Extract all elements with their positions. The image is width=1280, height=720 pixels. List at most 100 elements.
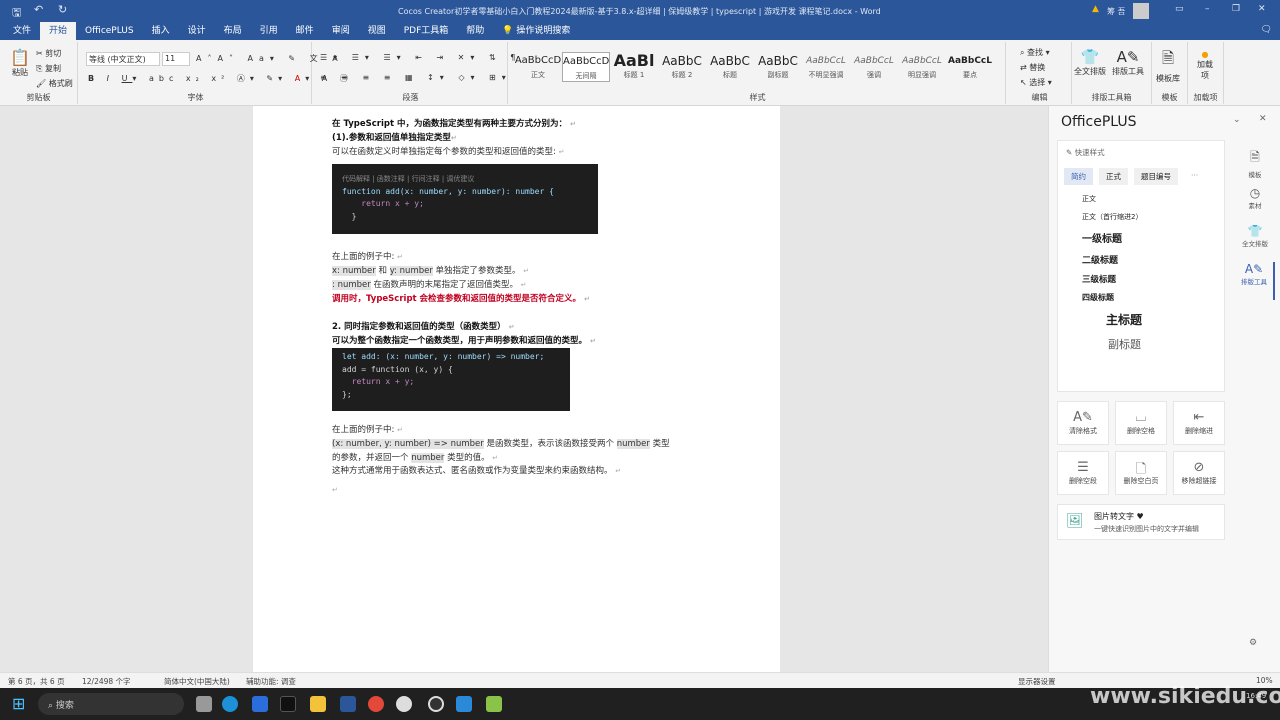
chevron-down-icon[interactable]: ⌄ xyxy=(1233,115,1241,125)
tool-button[interactable]: ⇤ 删除缩进 xyxy=(1173,401,1225,445)
cocos-icon[interactable] xyxy=(486,696,502,712)
tab-officeplus[interactable]: OfficePLUS xyxy=(76,22,143,40)
cut-button[interactable]: ✂ 剪切 xyxy=(36,48,61,59)
tool-button[interactable]: ⌴ 删除空格 xyxy=(1115,401,1167,445)
template-lib-button[interactable]: 🗎 模板库 xyxy=(1156,48,1180,84)
file-explorer-icon[interactable] xyxy=(310,696,326,712)
image-text-icon: 🖼 xyxy=(1066,513,1084,529)
code-block-1[interactable]: 代码解释 | 函数注释 | 行间注释 | 调优建议 function add(x… xyxy=(332,164,598,234)
tool-button[interactable]: ⊘ 移除超链接 xyxy=(1173,451,1225,495)
tab-insert[interactable]: 插入 xyxy=(143,22,179,40)
tab-review[interactable]: 审阅 xyxy=(323,22,359,40)
style-h2[interactable]: 二级标题 xyxy=(1082,253,1118,266)
style-4[interactable]: AaBbC 标题 xyxy=(706,52,754,80)
image-to-text-card[interactable]: 🖼 图片转文字 ♥ 一键快速识别图片中的文字并编辑 xyxy=(1057,504,1225,540)
tab-design[interactable]: 设计 xyxy=(179,22,215,40)
word-icon[interactable] xyxy=(340,696,356,712)
style-3[interactable]: AaBbC 标题 2 xyxy=(658,52,706,80)
app-icon[interactable] xyxy=(396,696,412,712)
chrome-icon[interactable] xyxy=(368,696,384,712)
obs-icon[interactable] xyxy=(428,696,444,712)
close-icon[interactable]: ✕ xyxy=(1258,4,1266,14)
tab-references[interactable]: 引用 xyxy=(251,22,287,40)
tab-pdf[interactable]: PDF工具箱 xyxy=(395,22,458,40)
display-settings[interactable]: 显示器设置 xyxy=(1018,676,1056,687)
tab-home[interactable]: 开始 xyxy=(40,22,77,40)
accessibility[interactable]: 辅助功能: 调查 xyxy=(246,676,296,687)
style-subtitle[interactable]: 副标题 xyxy=(1108,336,1141,352)
style-2[interactable]: AaBl 标题 1 xyxy=(610,52,658,80)
editing-group: ⌕ 查找 ▾ ⇄ 替换 ↖ 选择 ▾ 编辑 xyxy=(1008,42,1072,104)
user-name[interactable]: 筹 吾 xyxy=(1107,6,1126,17)
tab-layout[interactable]: 布局 xyxy=(215,22,251,40)
tab-file[interactable]: 文件 xyxy=(4,22,40,40)
style-body[interactable]: 正文 xyxy=(1082,194,1096,204)
edge-icon[interactable] xyxy=(222,696,238,712)
side-templates[interactable]: 🗎 模板 xyxy=(1235,148,1275,186)
side-materials[interactable]: ◷ 素材 xyxy=(1235,186,1275,224)
maximize-icon[interactable]: ❐ xyxy=(1232,4,1240,14)
tab-help[interactable]: 帮助 xyxy=(457,22,493,40)
side-full-layout[interactable]: 👕 全文排版 xyxy=(1235,224,1275,262)
style-5[interactable]: AaBbC 副标题 xyxy=(754,52,802,80)
style-h3[interactable]: 三级标题 xyxy=(1082,273,1116,285)
chip-simple[interactable]: 简约 xyxy=(1064,168,1093,185)
settings-icon[interactable]: ⚙ xyxy=(1249,638,1257,648)
find-button[interactable]: ⌕ 查找 ▾ xyxy=(1020,47,1050,58)
minimize-icon[interactable]: – xyxy=(1205,4,1210,14)
tool-icon: ⇤ xyxy=(1193,410,1205,425)
code-hint-links[interactable]: 代码解释 | 函数注释 | 行间注释 | 调优建议 xyxy=(342,174,588,187)
style-body-indent[interactable]: 正文（首行缩进2） xyxy=(1082,212,1142,222)
layout-tools-group: 👕 全文排版 A✎ 排版工具 排版工具箱 xyxy=(1072,42,1152,104)
style-h4[interactable]: 四级标题 xyxy=(1082,292,1114,303)
align-buttons[interactable]: ≡ ≡ ≡ ≡ ▦ ↕▾ ◇▾ ⊞▾ xyxy=(320,73,512,82)
tab-mailings[interactable]: 邮件 xyxy=(287,22,323,40)
save-icon[interactable]: 🖫 xyxy=(12,4,21,23)
undo-icon[interactable]: ↶ xyxy=(34,3,43,16)
app-icon[interactable] xyxy=(252,696,268,712)
style-0[interactable]: AaBbCcD 正文 xyxy=(514,52,562,80)
capcut-icon[interactable] xyxy=(280,696,296,712)
replace-button[interactable]: ⇄ 替换 xyxy=(1020,62,1045,73)
style-7[interactable]: AaBbCcL 强调 xyxy=(850,52,898,80)
chip-numbering[interactable]: 题目编号 xyxy=(1134,168,1178,185)
tool-button[interactable]: 🗋 删除空白页 xyxy=(1115,451,1167,495)
task-view-icon[interactable] xyxy=(196,696,212,712)
select-button[interactable]: ↖ 选择 ▾ xyxy=(1020,77,1052,88)
close-pane-icon[interactable]: ✕ xyxy=(1259,114,1267,124)
paste-button[interactable]: 📋 粘贴 xyxy=(10,48,30,78)
style-6[interactable]: AaBbCcL 不明显强调 xyxy=(802,52,850,80)
font-name-select[interactable]: 等线 (中文正文) xyxy=(86,52,160,66)
more-chips[interactable]: ··· xyxy=(1184,168,1205,185)
list-buttons[interactable]: ☰▾ ☰▾ ☰▾ ⇤ ⇥ ✕▾ ⇅ ¶ xyxy=(320,53,521,62)
format-painter-button[interactable]: 🖌 格式刷 xyxy=(36,78,73,89)
taskbar-search[interactable]: ⌕ 搜索 xyxy=(38,693,184,715)
style-8[interactable]: AaBbCcL 明显强调 xyxy=(898,52,946,80)
layout-tools-button[interactable]: A✎ 排版工具 xyxy=(1112,48,1144,77)
status-bar: 第 6 页，共 6 页 12/2498 个字 简体中文(中国大陆) 辅助功能: … xyxy=(0,672,1280,688)
style-h1[interactable]: 一级标题 xyxy=(1082,230,1122,245)
chip-formal[interactable]: 正式 xyxy=(1099,168,1128,185)
style-main-title[interactable]: 主标题 xyxy=(1106,311,1142,328)
vscode-icon[interactable] xyxy=(456,696,472,712)
code-block-2[interactable]: let add: (x: number, y: number) => numbe… xyxy=(332,348,570,411)
tool-button[interactable]: A✎ 清除格式 xyxy=(1057,401,1109,445)
side-layout-tools[interactable]: A✎ 排版工具 xyxy=(1235,262,1275,300)
font-size-select[interactable]: 11 xyxy=(162,52,190,66)
full-layout-button[interactable]: 👕 全文排版 xyxy=(1074,48,1106,77)
windows-start-icon[interactable]: ⊞ xyxy=(12,694,25,713)
comments-icon[interactable]: 🗨 xyxy=(1261,25,1272,35)
tab-view[interactable]: 视图 xyxy=(359,22,395,40)
addins-button[interactable]: ● 加载项 xyxy=(1196,50,1214,81)
style-9[interactable]: AaBbCcL 要点 xyxy=(946,52,994,80)
copy-button[interactable]: ⎘ 复制 xyxy=(36,63,61,74)
page-count[interactable]: 第 6 页，共 6 页 xyxy=(8,676,65,687)
language[interactable]: 简体中文(中国大陆) xyxy=(164,676,230,687)
ribbon-display-icon[interactable]: ▭ xyxy=(1175,4,1184,14)
tool-button[interactable]: ☰ 删除空段 xyxy=(1057,451,1109,495)
avatar[interactable] xyxy=(1133,3,1149,19)
tell-me-search[interactable]: 💡 操作说明搜索 xyxy=(493,22,579,40)
word-count[interactable]: 12/2498 个字 xyxy=(82,676,131,687)
style-1[interactable]: AaBbCcD 无间隔 xyxy=(562,52,610,82)
redo-icon[interactable]: ↻ xyxy=(58,3,67,16)
